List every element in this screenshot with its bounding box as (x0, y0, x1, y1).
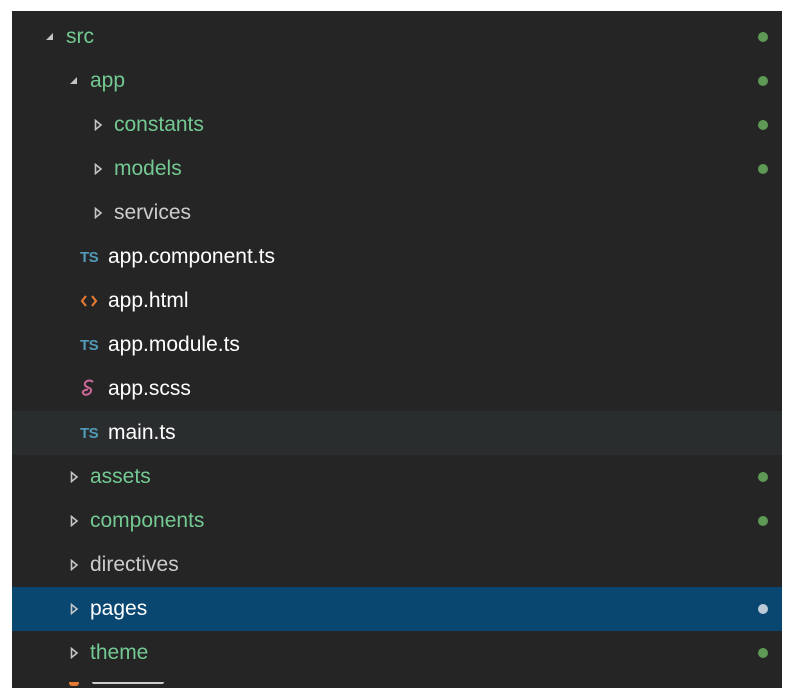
explorer-screenshot: src app constants models services TS app… (0, 0, 797, 688)
triangle-right-icon[interactable] (90, 205, 106, 221)
file-label-app-html: app.html (108, 289, 189, 312)
folder-label-assets: assets (90, 465, 151, 488)
tree-file-app-scss[interactable]: app.scss (12, 367, 782, 411)
left-margin (0, 11, 12, 688)
tree-folder-src[interactable]: src (12, 15, 782, 59)
git-modified-dot-icon (758, 516, 768, 526)
tree-file-app-component-ts[interactable]: TS app.component.ts (12, 235, 782, 279)
typescript-file-icon: TS (80, 248, 99, 266)
file-label-app-component-ts: app.component.ts (108, 245, 275, 268)
html-file-icon (69, 682, 79, 686)
html-file-icon (80, 294, 102, 308)
git-modified-dot-icon (758, 164, 768, 174)
folder-label-app: app (90, 69, 126, 92)
tree-folder-directives[interactable]: directives (12, 543, 782, 587)
folder-label-services: services (114, 201, 192, 224)
file-tree: src app constants models services TS app… (12, 15, 782, 675)
triangle-right-icon[interactable] (66, 513, 82, 529)
tree-folder-pages[interactable]: pages (12, 587, 782, 631)
git-modified-dot-icon (758, 32, 768, 42)
file-label-main-ts: main.ts (108, 421, 176, 444)
triangle-down-icon[interactable] (42, 29, 58, 45)
tree-folder-app[interactable]: app (12, 59, 782, 103)
top-strip (0, 0, 797, 11)
triangle-right-icon[interactable] (90, 161, 106, 177)
file-label-app-scss: app.scss (108, 377, 191, 400)
folder-label-src: src (66, 25, 94, 48)
triangle-right-icon[interactable] (90, 117, 106, 133)
git-modified-dot-icon (758, 76, 768, 86)
folder-label-pages: pages (90, 597, 148, 620)
right-margin (782, 11, 797, 688)
git-modified-dot-icon (758, 472, 768, 482)
folder-label-theme: theme (90, 641, 149, 664)
tree-file-app-module-ts[interactable]: TS app.module.ts (12, 323, 782, 367)
cut-off-file-label (92, 682, 164, 684)
triangle-right-icon[interactable] (66, 469, 82, 485)
git-modified-dot-icon (758, 648, 768, 658)
sass-file-icon (80, 379, 102, 399)
git-modified-dot-icon (758, 120, 768, 130)
tree-file-app-html[interactable]: app.html (12, 279, 782, 323)
tree-folder-components[interactable]: components (12, 499, 782, 543)
folder-label-directives: directives (90, 553, 179, 576)
triangle-down-icon[interactable] (66, 73, 82, 89)
folder-label-constants: constants (114, 113, 204, 136)
tree-folder-theme[interactable]: theme (12, 631, 782, 675)
file-explorer: src app constants models services TS app… (12, 11, 782, 688)
tree-file-main-ts[interactable]: TS main.ts (12, 411, 782, 455)
cut-off-next-row (12, 682, 782, 688)
triangle-right-icon[interactable] (66, 557, 82, 573)
tree-folder-assets[interactable]: assets (12, 455, 782, 499)
tree-folder-constants[interactable]: constants (12, 103, 782, 147)
tree-folder-models[interactable]: models (12, 147, 782, 191)
file-label-app-module-ts: app.module.ts (108, 333, 240, 356)
typescript-file-icon: TS (80, 336, 99, 354)
triangle-right-icon[interactable] (66, 645, 82, 661)
triangle-right-icon[interactable] (66, 601, 82, 617)
tree-folder-services[interactable]: services (12, 191, 782, 235)
typescript-file-icon: TS (80, 424, 99, 442)
folder-label-models: models (114, 157, 182, 180)
folder-label-components: components (90, 509, 205, 532)
git-modified-dot-icon (758, 604, 768, 614)
